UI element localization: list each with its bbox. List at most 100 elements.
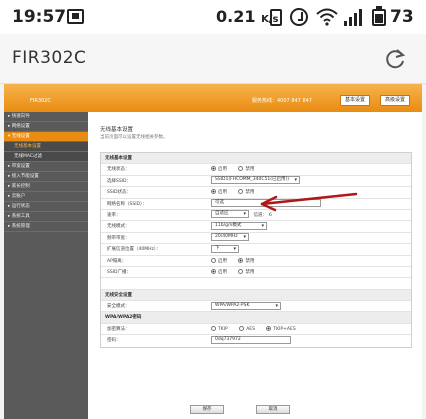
- sidebar-item-cloud-account[interactable]: ▸ 云账户: [4, 192, 88, 202]
- encryption-label: 加密算法：: [107, 326, 130, 332]
- encryption-tkip-aes-radio[interactable]: [266, 325, 272, 331]
- security-mode-select[interactable]: WPA/WPA2-PSK: [211, 301, 281, 310]
- ssid-broadcast-enable-label: 启用: [218, 269, 227, 275]
- ap-isolation-enable-radio[interactable]: [211, 257, 216, 263]
- ssid-name-wrap: 可选: [211, 199, 321, 210]
- ssid-broadcast-options: 启用 禁用: [211, 267, 264, 278]
- cancel-button[interactable]: 取消: [256, 405, 290, 414]
- encryption-tkip-aes-label: TKIP+AES: [273, 326, 296, 332]
- ap-isolation-options: 启用 禁用: [211, 256, 264, 267]
- status-time: 19:57: [12, 7, 67, 27]
- encryption-tkip-label: TKIP: [218, 326, 228, 332]
- reload-icon[interactable]: [383, 47, 407, 71]
- wifi-icon: [316, 8, 338, 26]
- sidebar-item-system-admin[interactable]: ▸ 系统管理: [4, 222, 88, 232]
- wireless-status-options: 启用 禁用: [211, 164, 264, 175]
- ssid-broadcast-disable-radio[interactable]: [238, 268, 244, 274]
- wireless-mode-wrap: 11b/g/n模式: [211, 221, 267, 232]
- ssid-select-wrap: SSID1(FHCOMM_340C51(已启用)): [211, 176, 301, 187]
- ssid-status-options: 启用 禁用: [211, 187, 264, 198]
- row-password: 密码： 0dq737972: [101, 335, 411, 346]
- ap-isolation-disable-label: 禁用: [245, 258, 255, 264]
- ssid-broadcast-enable-radio[interactable]: [211, 268, 216, 274]
- bandwidth-wrap: 20/40MHz: [211, 233, 249, 244]
- wireless-disable-radio[interactable]: [238, 166, 244, 172]
- status-bar: 19:57 0.21 K/s 73: [0, 0, 426, 34]
- ap-isolation-enable-label: 启用: [218, 258, 227, 264]
- ssid-enable-radio[interactable]: [211, 189, 216, 195]
- security-mode-wrap: WPA/WPA2-PSK: [211, 301, 281, 312]
- service-hotline: 服务热线：4007 847 847: [252, 98, 312, 104]
- page-description: 当前页面可以设置无线相关参数。: [100, 135, 168, 140]
- page-title: 无线基本设置: [100, 127, 134, 133]
- encryption-options: TKIP AES TKIP+AES: [211, 324, 306, 335]
- extension-channel-label: 扩展信道位置（40MHz）：: [107, 247, 161, 253]
- row-wireless-mode: 无线模式： 11b/g/n模式: [101, 221, 411, 233]
- wireless-enable-label: 启用: [218, 167, 227, 173]
- password-label: 密码：: [107, 338, 121, 344]
- row-rate: 速率： 自适应 信道：6: [101, 210, 411, 222]
- sidebar-item-wireless-mac-filter[interactable]: 无线MAC过滤: [4, 152, 88, 162]
- encryption-aes-radio[interactable]: [239, 325, 245, 331]
- sidebar-item-quick-setup[interactable]: ▸ 快速向导: [4, 112, 88, 122]
- advanced-settings-button[interactable]: 高级设置: [380, 95, 411, 106]
- encryption-aes-label: AES: [246, 326, 255, 332]
- ssid-select[interactable]: SSID1(FHCOMM_340C51(已启用)): [211, 176, 301, 185]
- battery-icon: [372, 6, 386, 26]
- extension-channel-wrap: 下: [211, 244, 239, 255]
- page-title-bar[interactable]: FIR302C: [12, 48, 86, 68]
- image-notification-icon: [67, 9, 84, 24]
- ssid-broadcast-disable-label: 禁用: [245, 269, 255, 275]
- save-button[interactable]: 保存: [190, 405, 224, 414]
- password-wrap: 0dq737972: [211, 335, 291, 346]
- sidebar-item-status[interactable]: ▸ 运行状态: [4, 202, 88, 212]
- wireless-settings-form: 无线基本设置 无线状态： 启用 禁用 选择SSID： SSID1(FHCOMM_…: [100, 152, 412, 348]
- password-input[interactable]: 0dq737972: [211, 335, 291, 344]
- extension-channel-select[interactable]: 下: [211, 244, 239, 253]
- signal-icon: [344, 9, 364, 26]
- row-security-mode: 安全模式： WPA/WPA2-PSK: [101, 301, 411, 313]
- vibrate-icon: [270, 9, 282, 26]
- router-header: FIR302C 服务热线：4007 847 847 基本设置 高级设置: [4, 84, 422, 112]
- sidebar-item-power-saving[interactable]: ▸ 接入节能设置: [4, 172, 88, 182]
- row-ssid-select: 选择SSID： SSID1(FHCOMM_340C51(已启用)): [101, 176, 411, 188]
- ssid-status-label: SSID状态：: [107, 190, 132, 196]
- router-model: FIR302C: [30, 98, 51, 104]
- alarm-icon: [290, 8, 308, 26]
- ssid-disable-radio[interactable]: [238, 189, 244, 195]
- section-header-wpa: WPA/WPA2密码: [101, 312, 411, 324]
- ssid-disable-label: 禁用: [245, 190, 255, 196]
- main-content: 无线基本设置 当前页面可以设置无线相关参数。 无线基本设置 无线状态： 启用 禁…: [94, 112, 422, 419]
- rate-select[interactable]: 自适应: [211, 210, 249, 219]
- sidebar-item-wireless[interactable]: ▾ 无线设置: [4, 132, 88, 142]
- wireless-mode-select[interactable]: 11b/g/n模式: [211, 221, 267, 230]
- sidebar-item-bandwidth[interactable]: ▸ 带宽设置: [4, 162, 88, 172]
- channel-label: 信道：: [253, 212, 267, 218]
- sidebar-item-system-tools[interactable]: ▸ 系统工具: [4, 212, 88, 222]
- router-admin-page: FIR302C 服务热线：4007 847 847 基本设置 高级设置 ▸ 快速…: [4, 84, 422, 419]
- rate-wrap: 自适应 信道：6: [211, 210, 272, 221]
- ssid-name-input[interactable]: 可选: [211, 199, 321, 208]
- battery-percent: 73: [390, 7, 414, 27]
- sidebar-item-wireless-basic[interactable]: 无线基本设置: [4, 142, 88, 152]
- row-spacer: [101, 278, 411, 290]
- encryption-tkip-radio[interactable]: [211, 325, 216, 331]
- ap-isolation-disable-radio[interactable]: [238, 257, 244, 263]
- wireless-status-label: 无线状态：: [107, 167, 130, 173]
- basic-settings-button[interactable]: 基本设置: [340, 95, 371, 106]
- row-bandwidth: 频带带宽： 20/40MHz: [101, 233, 411, 245]
- router-sidebar: ▸ 快速向导 ▸ 网络设置 ▾ 无线设置 无线基本设置 无线MAC过滤 ▸ 带宽…: [4, 112, 88, 419]
- sidebar-item-parental-control[interactable]: ▸ 家长控制: [4, 182, 88, 192]
- ssid-name-label: 网络名称（SSID）：: [107, 201, 147, 207]
- wireless-mode-label: 无线模式：: [107, 224, 130, 230]
- row-ssid-name: 网络名称（SSID）： 可选: [101, 199, 411, 210]
- row-ap-isolation: AP隔离： 启用 禁用: [101, 256, 411, 267]
- row-wireless-status: 无线状态： 启用 禁用: [101, 164, 411, 176]
- browser-toolbar: FIR302C: [0, 34, 426, 84]
- bandwidth-select[interactable]: 20/40MHz: [211, 233, 249, 242]
- wireless-enable-radio[interactable]: [211, 166, 216, 172]
- ssid-enable-label: 启用: [218, 190, 227, 196]
- security-mode-label: 安全模式：: [107, 304, 130, 310]
- sidebar-item-network[interactable]: ▸ 网络设置: [4, 122, 88, 132]
- wireless-disable-label: 禁用: [245, 167, 255, 173]
